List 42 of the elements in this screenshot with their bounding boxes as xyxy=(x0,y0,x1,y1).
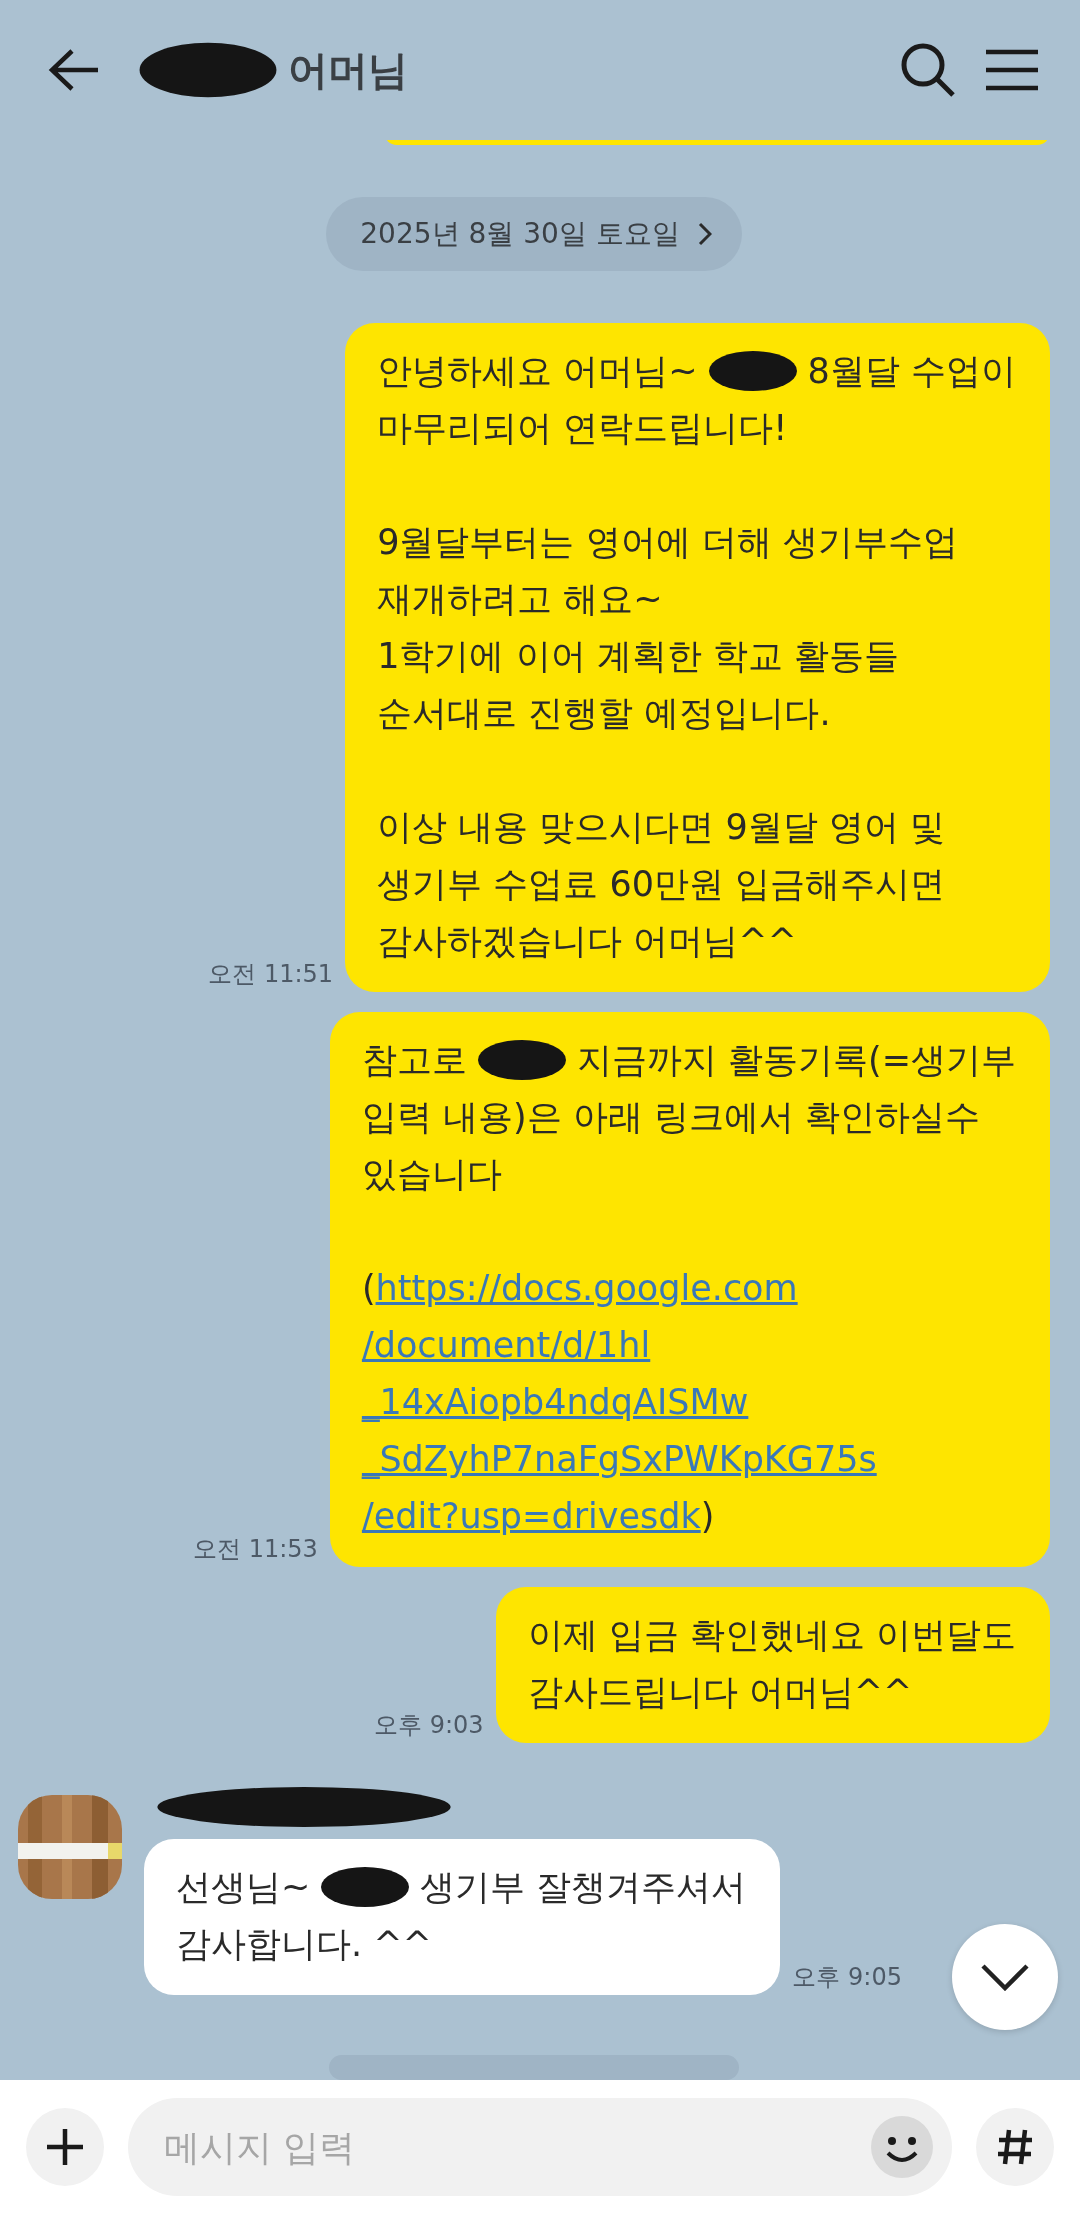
message-text: 선생님~ xyxy=(176,1865,311,1909)
message-text: 생기부 잘챙겨주셔서 xyxy=(420,1865,747,1909)
message-text: ( xyxy=(361,1266,376,1310)
link[interactable]: /edit?usp=drivesdk xyxy=(361,1487,701,1545)
message-text: 감사하겠습니다 어머님^^ xyxy=(377,919,797,963)
message-text: 8월달 수업이 xyxy=(807,349,1016,393)
message-text: 감사합니다. ^^ xyxy=(176,1922,432,1966)
message-text: 안녕하세요 어머님~ xyxy=(377,349,698,393)
plus-icon xyxy=(45,2127,85,2167)
message-text: 생기부 수업료 60만원 입금해주시면 xyxy=(377,862,946,906)
message-time: 오후 9:03 xyxy=(374,1709,484,1741)
message-text: 마무리되어 연락드립니다! xyxy=(377,406,788,450)
message-text: 1학기에 이어 계획한 학교 활동들 xyxy=(377,634,899,678)
message-text: 순서대로 진행할 예정입니다. xyxy=(377,691,831,735)
hash-icon xyxy=(995,2127,1035,2167)
message-text: 이제 입금 확인했네요 이번달도 xyxy=(527,1613,1016,1657)
link[interactable]: _14xAiopb4ndqAISMw xyxy=(361,1373,749,1431)
chevron-right-icon xyxy=(697,221,712,246)
link[interactable]: https://docs.google.com xyxy=(375,1259,798,1317)
message-text: 지금까지 활동기록(=생기부 xyxy=(576,1038,1016,1082)
message-time: 오전 11:51 xyxy=(208,958,334,990)
message-text: ) xyxy=(700,1494,715,1538)
search-icon[interactable] xyxy=(900,42,956,98)
chevron-down-icon xyxy=(980,1963,1030,1991)
date-label: 2025년 8월 30일 토요일 xyxy=(360,215,680,252)
back-icon[interactable] xyxy=(48,48,100,92)
menu-icon[interactable] xyxy=(984,48,1040,92)
message-field[interactable]: 메시지 입력 xyxy=(128,2098,952,2196)
message-text: 재개하려고 해요~ xyxy=(377,577,663,621)
message-time: 오전 11:53 xyxy=(193,1533,318,1565)
date-divider[interactable]: 2025년 8월 30일 토요일 xyxy=(326,196,742,271)
chat-title: 어머님 xyxy=(288,45,408,95)
message-text: 감사드립니다 어머님^^ xyxy=(527,1670,913,1714)
message-text: 입력 내용)은 아래 링크에서 확인하실수 xyxy=(361,1095,981,1139)
message-time: 오후 9:05 xyxy=(792,1961,902,1993)
message-text: 이상 내용 맞으시다면 9월달 영어 및 xyxy=(377,805,946,849)
emoji-icon[interactable] xyxy=(870,2115,934,2179)
link[interactable]: _SdZyhP7naFgSxPWKpKG75s xyxy=(361,1430,877,1488)
message-text: 있습니다 xyxy=(361,1152,502,1196)
message-text: 9월달부터는 영어에 더해 생기부수업 xyxy=(377,520,958,564)
link[interactable]: /document/d/1hl xyxy=(361,1316,651,1374)
message-text: 참고로 xyxy=(361,1038,467,1082)
